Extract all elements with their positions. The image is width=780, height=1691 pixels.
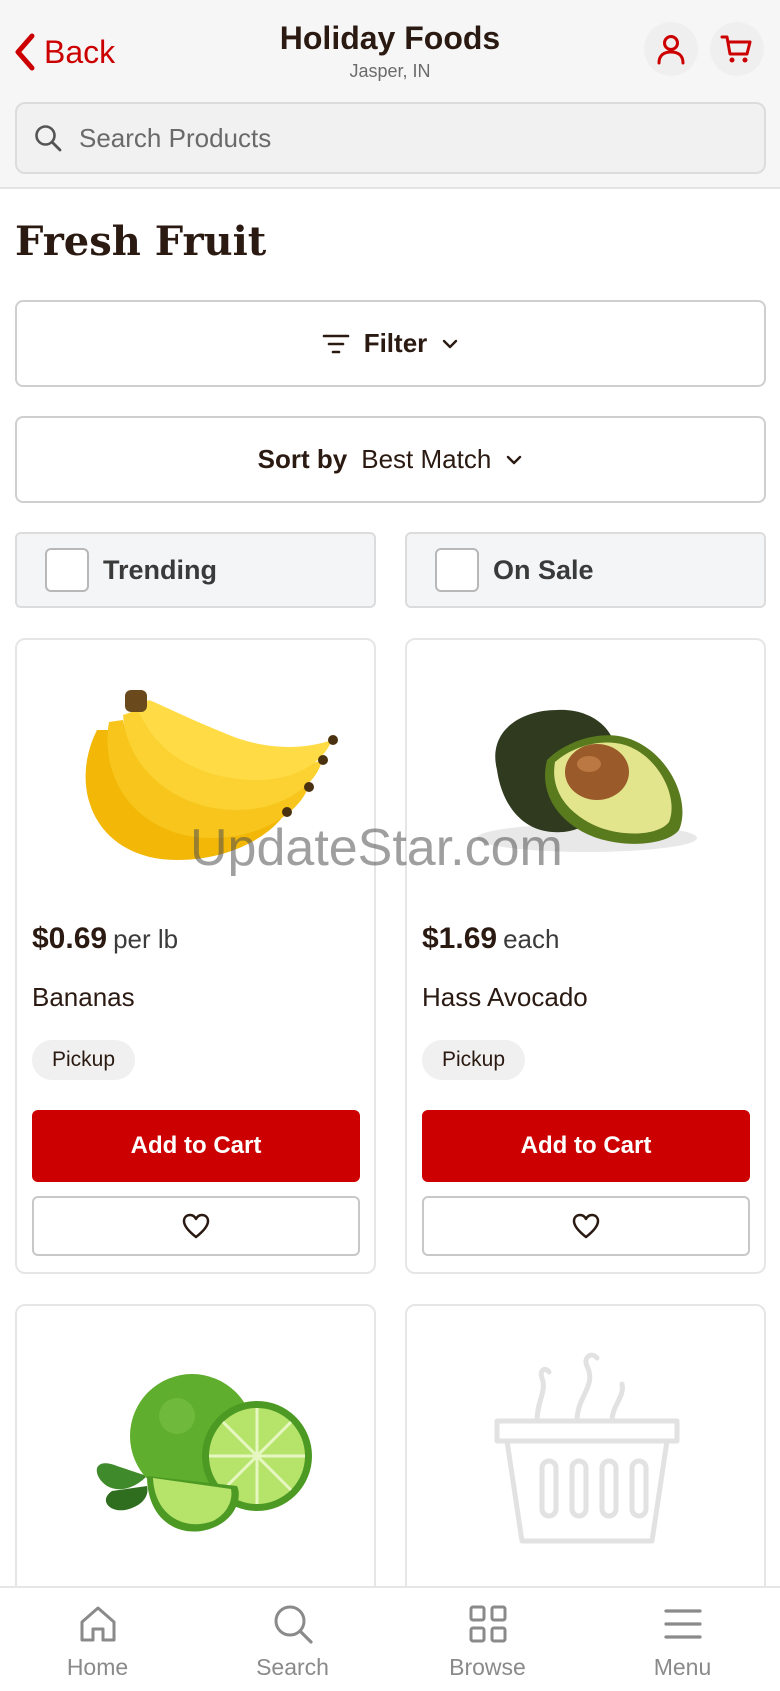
filter-button[interactable]: Filter: [15, 300, 766, 387]
product-name: Bananas: [32, 982, 135, 1012]
pickup-badge: Pickup: [32, 1040, 136, 1080]
store-location: Jasper, IN: [349, 61, 431, 81]
nav-search-label: Search: [256, 1654, 329, 1680]
filter-label: Filter: [363, 328, 428, 358]
trending-checkbox[interactable]: [45, 548, 89, 592]
sort-dropdown[interactable]: Sort by Best Match: [15, 416, 766, 503]
page-title: Fresh Fruit: [15, 218, 267, 265]
limes-image: [96, 1374, 312, 1532]
sort-label: Sort by: [257, 444, 348, 474]
back-button[interactable]: Back: [12, 28, 115, 76]
heart-icon: [182, 1213, 210, 1239]
nav-home-label: Home: [66, 1654, 129, 1680]
favorite-button[interactable]: [32, 1196, 360, 1256]
grid-icon: [469, 1605, 506, 1643]
favorite-button[interactable]: [422, 1196, 750, 1256]
trending-toggle[interactable]: Trending: [15, 532, 376, 608]
search-icon: [35, 125, 62, 152]
store-info: Holiday Foods Jasper, IN: [190, 20, 590, 82]
filter-icon: [322, 334, 350, 353]
add-to-cart-button[interactable]: Add to Cart: [32, 1110, 360, 1182]
trending-label: Trending: [103, 554, 217, 585]
chevron-down-icon: [443, 339, 458, 348]
nav-home[interactable]: Home: [0, 1588, 195, 1691]
on-sale-label: On Sale: [493, 554, 594, 585]
product-price: $1.69 each: [422, 922, 559, 956]
product-price: $0.69 per lb: [32, 922, 178, 956]
cart-button[interactable]: [710, 22, 764, 76]
nav-browse[interactable]: Browse: [390, 1588, 585, 1691]
account-button[interactable]: [644, 22, 698, 76]
search-bar[interactable]: [15, 102, 766, 174]
pickup-badge: Pickup: [422, 1040, 526, 1080]
price-value: $1.69: [422, 922, 498, 955]
person-icon: [657, 35, 685, 65]
nav-search[interactable]: Search: [195, 1588, 390, 1691]
price-unit: each: [503, 924, 560, 954]
search-input[interactable]: [79, 122, 719, 154]
nav-menu[interactable]: Menu: [585, 1588, 780, 1691]
cart-icon: [720, 35, 752, 63]
price-value: $0.69: [32, 922, 108, 955]
store-name: Holiday Foods: [279, 20, 501, 56]
back-label: Back: [44, 33, 116, 70]
price-unit: per lb: [113, 924, 179, 954]
chevron-down-icon: [507, 455, 522, 464]
sort-value: Best Match: [361, 444, 492, 474]
menu-icon: [663, 1609, 702, 1639]
basket-placeholder-icon: [494, 1352, 680, 1544]
product-name: Hass Avocado: [422, 982, 588, 1012]
on-sale-checkbox[interactable]: [435, 548, 479, 592]
product-card[interactable]: $1.69 each Hass Avocado Pickup Add to Car…: [405, 638, 766, 1274]
heart-icon: [572, 1213, 600, 1239]
home-icon: [80, 1606, 115, 1642]
on-sale-toggle[interactable]: On Sale: [405, 532, 766, 608]
chevron-left-icon: [15, 33, 35, 71]
add-to-cart-button[interactable]: Add to Cart: [422, 1110, 750, 1182]
search-icon: [274, 1605, 313, 1644]
watermark: UpdateStar.com: [190, 819, 563, 877]
nav-browse-label: Browse: [449, 1654, 526, 1680]
product-card[interactable]: $0.69 per lb Bananas Pickup Add to Cart: [15, 638, 376, 1274]
nav-menu-label: Menu: [653, 1654, 712, 1680]
app-header: Back Holiday Foods Jasper, IN: [0, 0, 780, 189]
bottom-nav: Home Search Browse Menu: [0, 1586, 780, 1691]
